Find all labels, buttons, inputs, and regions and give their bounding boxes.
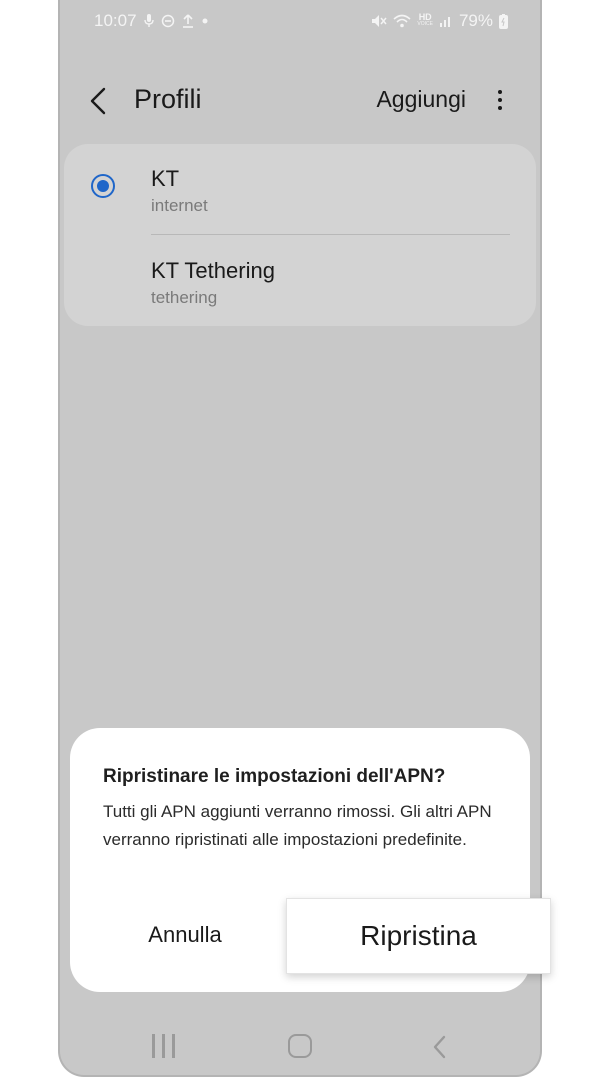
battery-percent: 79% [458, 11, 493, 30]
hd-label: HD [418, 12, 432, 22]
list-item[interactable]: KT Tethering tethering [64, 236, 536, 326]
dnd-icon [161, 14, 175, 28]
profile-subtitle: internet [151, 196, 208, 215]
upload-icon [182, 14, 194, 28]
wifi-icon [393, 14, 411, 28]
status-time: 10:07 [94, 11, 137, 30]
status-bar: 10:07 HD VOICE 79% [60, 6, 540, 36]
dialog-body: Tutti gli APN aggiunti verranno rimossi.… [103, 802, 492, 849]
mic-icon [143, 14, 154, 28]
page-title: Profili [134, 84, 202, 114]
profile-name: KT [151, 166, 180, 191]
divider [151, 234, 510, 235]
dot-icon [201, 17, 209, 25]
more-options-icon[interactable] [488, 86, 512, 116]
nav-back-icon[interactable] [430, 1034, 450, 1060]
radio-selected-icon[interactable] [91, 174, 115, 198]
hd-voice-icon: HD VOICE [417, 12, 433, 28]
cancel-button[interactable]: Annulla [115, 915, 255, 955]
voice-label: VOICE [417, 21, 433, 27]
signal-icon [439, 14, 453, 28]
profile-list: KT internet KT Tethering tethering [64, 144, 536, 326]
reset-button[interactable]: Ripristina [286, 898, 551, 974]
list-item[interactable]: KT internet [64, 144, 536, 235]
add-button[interactable]: Aggiungi [376, 86, 466, 113]
mute-icon [371, 14, 387, 28]
navigation-bar [60, 1022, 540, 1072]
status-left: 10:07 [94, 11, 209, 31]
dialog-title: Ripristinare le impostazioni dell'APN? [103, 766, 446, 787]
battery-icon [499, 13, 508, 29]
back-arrow-icon [90, 87, 106, 115]
profile-subtitle: tethering [151, 288, 218, 307]
recent-apps-icon[interactable] [152, 1034, 176, 1058]
status-right: HD VOICE 79% [371, 11, 508, 31]
back-button[interactable] [84, 84, 116, 118]
app-bar: Profili Aggiungi [60, 74, 540, 128]
profile-name: KT Tethering [151, 258, 275, 283]
home-icon[interactable] [288, 1034, 312, 1058]
